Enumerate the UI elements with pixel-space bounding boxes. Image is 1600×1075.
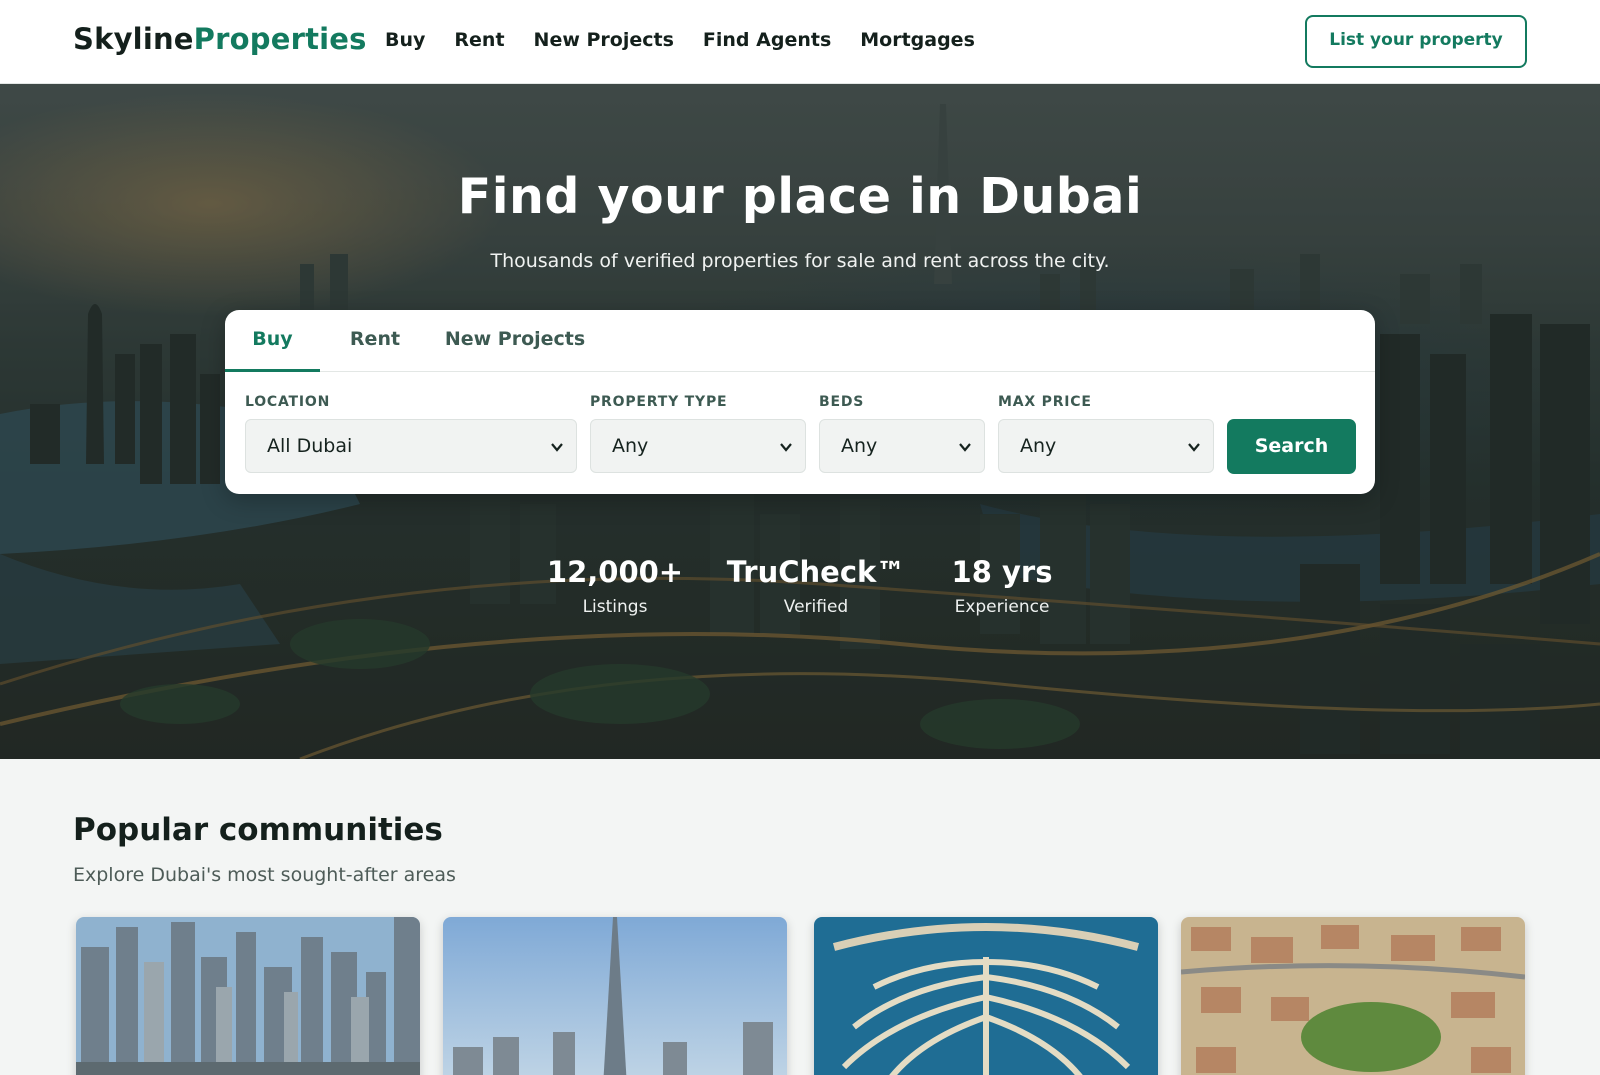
hero-title: Find your place in Dubai — [457, 168, 1143, 225]
community-card-villas[interactable] — [1181, 917, 1525, 1075]
stat-experience-value: 18 yrs — [951, 555, 1053, 589]
nav-buy[interactable]: Buy — [385, 29, 425, 51]
site-header: SkylineProperties Buy Rent New Projects … — [0, 0, 1600, 84]
search-panel: Buy Rent New Projects LOCATION All Dubai… — [225, 310, 1375, 494]
chevron-down-icon — [551, 443, 563, 452]
max-price-value: Any — [1020, 435, 1057, 457]
stat-listings-value: 12,000+ — [546, 555, 684, 589]
nav-new-projects[interactable]: New Projects — [534, 29, 674, 51]
location-label: LOCATION — [245, 394, 331, 410]
beds-value: Any — [841, 435, 878, 457]
chevron-down-icon — [780, 443, 792, 452]
max-price-select[interactable]: Any — [998, 419, 1214, 473]
max-price-label: MAX PRICE — [998, 394, 1092, 410]
location-value: All Dubai — [267, 435, 353, 457]
beds-select[interactable]: Any — [819, 419, 985, 473]
villa-community-aerial-image — [1181, 917, 1525, 1075]
logo-text-primary: Skyline — [73, 22, 194, 56]
hero-section: Find your place in Dubai Thousands of ve… — [0, 84, 1600, 759]
stat-verified: TruCheck™ Verified — [720, 555, 912, 617]
stat-listings: 12,000+ Listings — [540, 555, 690, 617]
community-card-downtown[interactable] — [443, 917, 787, 1075]
tab-rent[interactable]: Rent — [320, 310, 430, 372]
stat-verified-label: Verified — [783, 597, 849, 617]
stat-listings-label: Listings — [582, 597, 648, 617]
beds-label: BEDS — [819, 394, 865, 410]
site-logo[interactable]: SkylineProperties — [73, 22, 367, 56]
marina-skyline-image — [76, 917, 420, 1075]
list-property-button[interactable]: List your property — [1305, 15, 1527, 68]
section-subtitle: Explore Dubai's most sought-after areas — [73, 864, 456, 886]
nav-find-agents[interactable]: Find Agents — [703, 29, 831, 51]
search-tabs: Buy Rent New Projects — [225, 310, 1375, 372]
nav-mortgages[interactable]: Mortgages — [860, 29, 975, 51]
community-card-marina[interactable] — [76, 917, 420, 1075]
property-type-select[interactable]: Any — [590, 419, 806, 473]
stat-experience-label: Experience — [954, 597, 1050, 617]
nav-rent[interactable]: Rent — [454, 29, 504, 51]
hero-subtitle: Thousands of verified properties for sal… — [490, 250, 1110, 272]
chevron-down-icon — [959, 443, 971, 452]
stat-verified-value: TruCheck™ — [726, 555, 906, 589]
community-card-palm[interactable] — [814, 917, 1158, 1075]
location-select[interactable]: All Dubai — [245, 419, 577, 473]
palm-jumeirah-aerial-image — [814, 917, 1158, 1075]
stat-experience: 18 yrs Experience — [940, 555, 1064, 617]
chevron-down-icon — [1188, 443, 1200, 452]
property-type-label: PROPERTY TYPE — [590, 394, 728, 410]
search-button[interactable]: Search — [1227, 419, 1356, 474]
tab-buy[interactable]: Buy — [225, 310, 320, 372]
logo-text-accent: Properties — [193, 22, 367, 56]
section-title: Popular communities — [73, 812, 443, 848]
downtown-burj-khalifa-image — [443, 917, 787, 1075]
tab-new-projects[interactable]: New Projects — [430, 310, 600, 372]
main-nav: Buy Rent New Projects Find Agents Mortga… — [385, 29, 1004, 51]
property-type-value: Any — [612, 435, 649, 457]
